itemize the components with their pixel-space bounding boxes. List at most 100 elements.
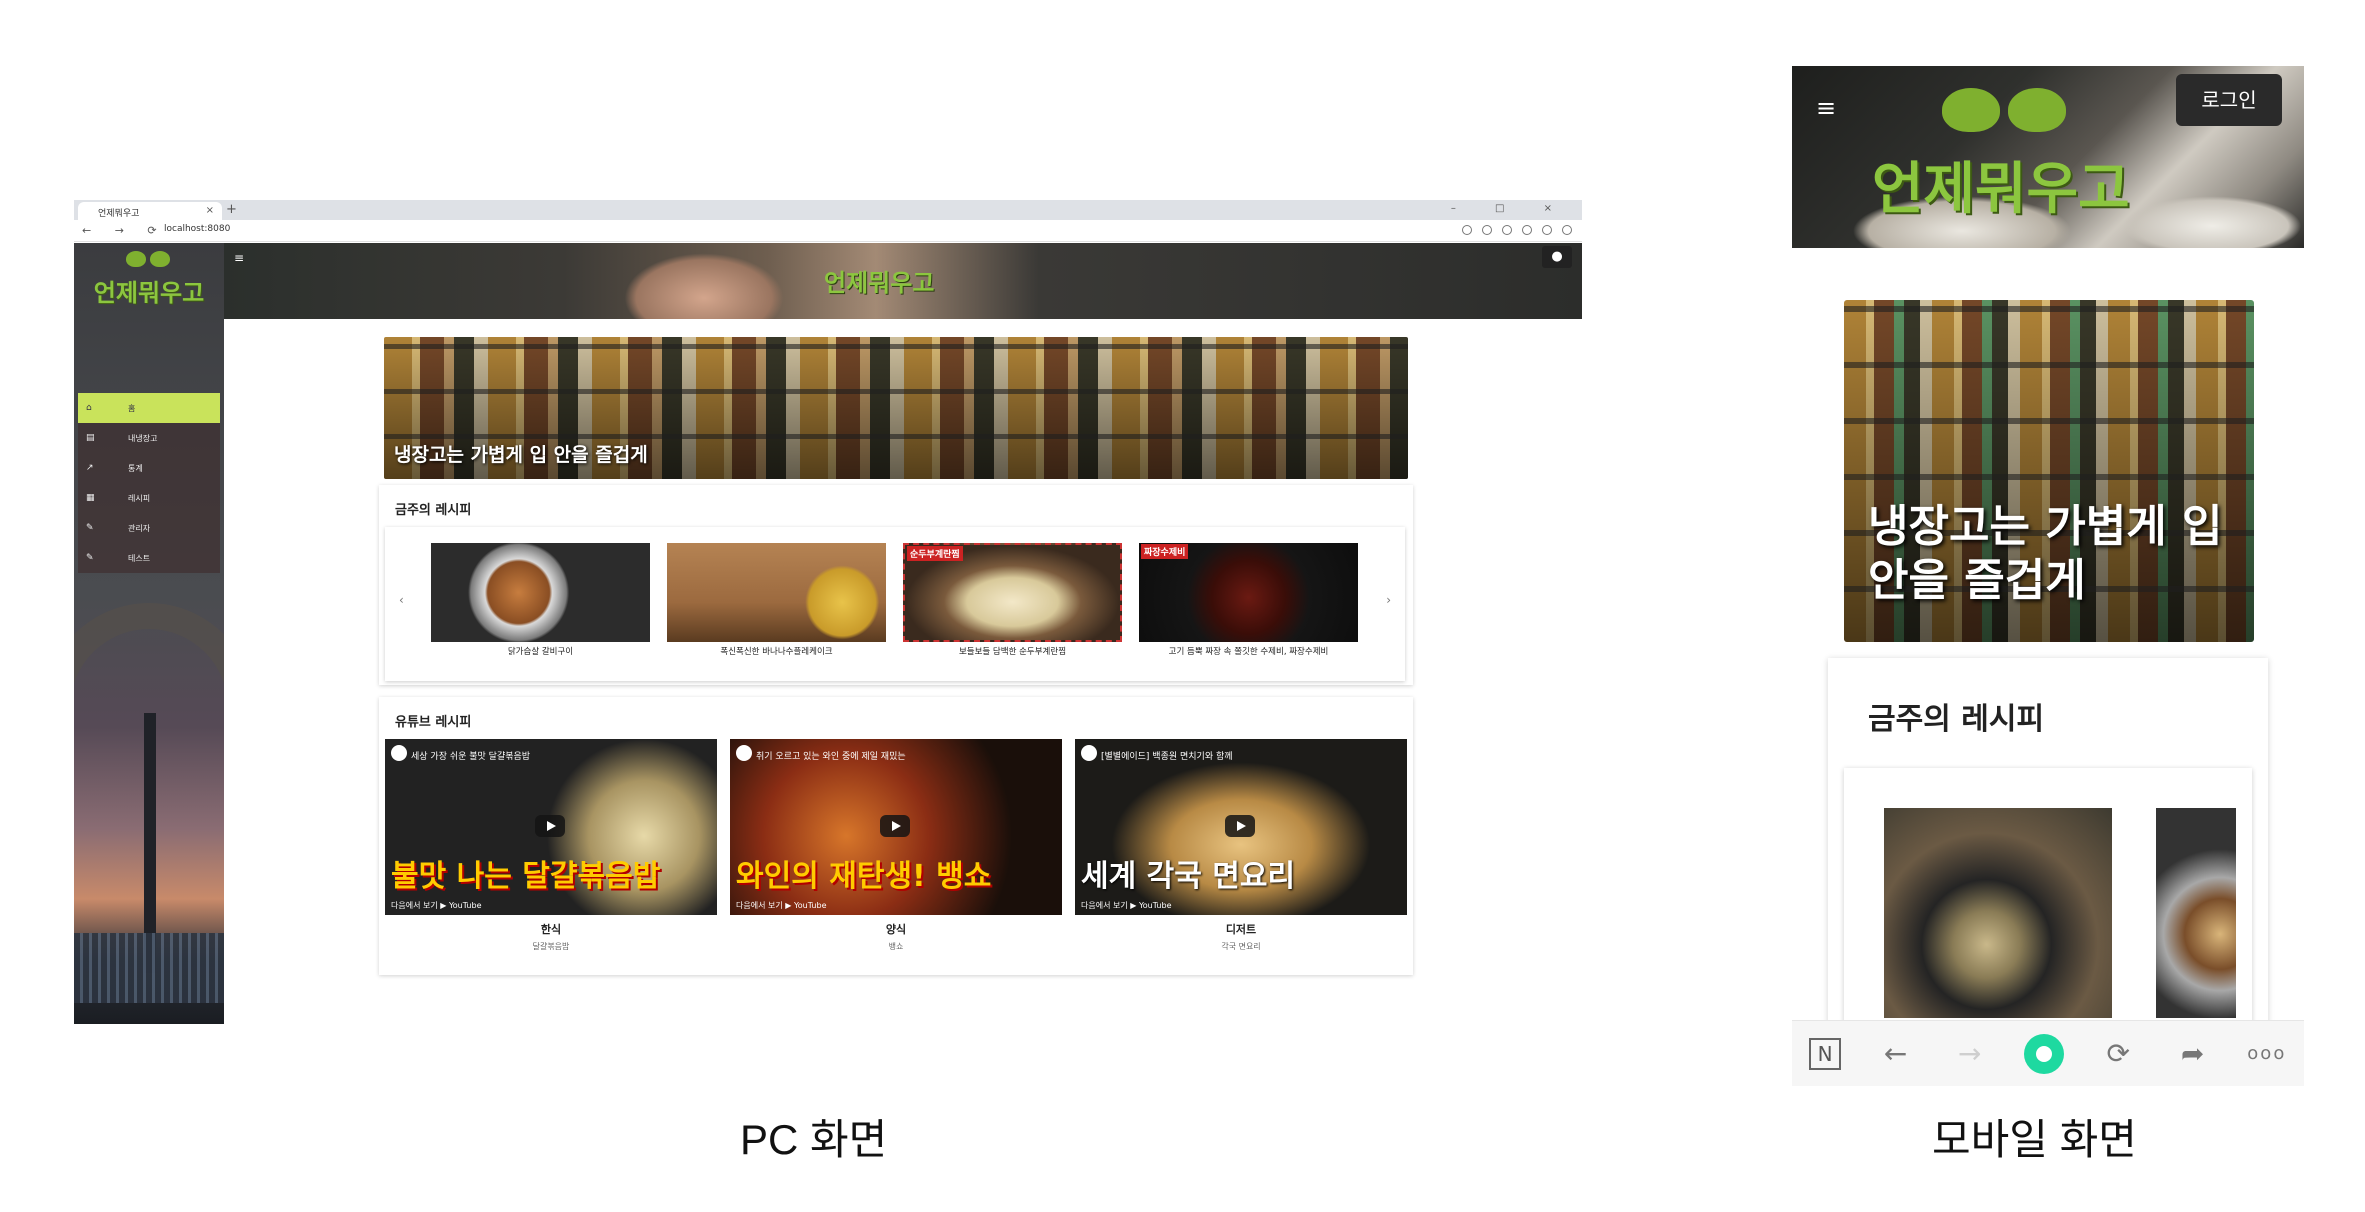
watch-on-youtube[interactable]: 다음에서 보기 ▶ YouTube — [391, 900, 481, 911]
hero-banner-text: 냉장고는 가볍게 입 안을 즐겁게 — [394, 444, 648, 466]
youtube-recipe-section: 유튜브 레시피 세상 가장 쉬운 불맛 달걀볶음밥 불맛 나는 달걀볶음밥 다음… — [379, 697, 1413, 975]
new-tab-button[interactable]: + — [226, 202, 237, 217]
hero-banner: 냉장고는 가볍게 입 안을 즐겁게 — [1844, 300, 2254, 642]
youtube-video[interactable]: [별별에이드] 백종원 면치기와 함께 세계 각국 면요리 다음에서 보기 ▶ … — [1075, 739, 1407, 915]
sidebar-item-recipe[interactable]: ▦ 레시피 — [78, 483, 220, 513]
sidebar-background-palace — [74, 933, 224, 1003]
youtube-video[interactable]: 세상 가장 쉬운 불맛 달걀볶음밥 불맛 나는 달걀볶음밥 다음에서 보기 ▶ … — [385, 739, 717, 915]
recipe-thumbnail-tag: 순두부계란찜 — [907, 546, 963, 561]
sidebar-item-label: 레시피 — [128, 493, 151, 503]
browser-address-bar: ← → ⟳ localhost:8080 — [74, 220, 1582, 242]
section-title: 유튜브 레시피 — [395, 715, 472, 730]
recipe-card[interactable]: 폭신폭신한 바나나수플레케이크 — [667, 543, 886, 657]
recipe-carousel: ‹ 닭가슴살 갈비구이 폭신폭신한 바나나수플레케이크 순두부계란찜 보들보들 … — [385, 527, 1405, 681]
refresh-icon[interactable]: ⟳ — [2098, 1037, 2138, 1070]
video-title: [별별에이드] 백종원 면치기와 함께 — [1101, 752, 1233, 762]
sidebar-menu: ⌂ 홈 ▤ 내냉장고 ↗ 통계 ▦ 레시피 ✎ 관리자 ✎ 테스트 — [78, 393, 220, 573]
carousel-prev-icon[interactable]: ‹ — [399, 593, 404, 607]
sidebar-item-label: 테스트 — [128, 553, 151, 563]
video-overlay-text: 와인의 재탄생! 뱅쇼 — [736, 859, 992, 894]
mobile-screen-caption: 모바일 화면 — [1932, 1116, 2137, 1163]
video-overlay-text: 세계 각국 면요리 — [1081, 859, 1296, 894]
channel-avatar — [1081, 745, 1097, 761]
sidebar: 언제뭐우고 ⌂ 홈 ▤ 내냉장고 ↗ 통계 ▦ 레시피 ✎ 관리자 ✎ 테스트 — [74, 243, 224, 1024]
account-icon[interactable]: ● — [1542, 246, 1572, 268]
video-category: 양식 — [885, 923, 907, 936]
browser-nav-buttons[interactable]: ← → ⟳ — [82, 224, 167, 237]
sidebar-item-label: 홈 — [128, 403, 136, 413]
play-icon[interactable] — [880, 815, 910, 837]
tab-title: 언제뭐우고 — [98, 209, 140, 219]
logo-leaf-icon — [1942, 88, 2066, 132]
sidebar-item-stats[interactable]: ↗ 통계 — [78, 453, 220, 483]
mobile-screen: ≡ 언제뭐우고 로그인 냉장고는 가볍게 입 안을 즐겁게 금주의 레시피 N … — [1792, 66, 2304, 1086]
home-icon: ⌂ — [86, 403, 92, 413]
sidebar-item-fridge[interactable]: ▤ 내냉장고 — [78, 423, 220, 453]
sidebar-item-label: 통계 — [128, 463, 143, 473]
extension-icon[interactable] — [1502, 225, 1512, 235]
play-icon[interactable] — [535, 815, 565, 837]
back-icon[interactable]: ← — [1875, 1037, 1915, 1070]
recipe-card[interactable]: 짜장수제비 고기 듬뿍 짜장 속 쫄깃한 수제비, 짜장수제비 — [1139, 543, 1358, 657]
video-label: 한식 달걀볶음밥 — [385, 921, 717, 952]
recipe-thumbnail — [431, 543, 650, 642]
window-controls[interactable]: – □ × — [1451, 203, 1570, 214]
extension-icon[interactable] — [1462, 225, 1472, 235]
sidebar-logo[interactable]: 언제뭐우고 — [74, 273, 224, 308]
recipe-card[interactable]: 닭가슴살 갈비구이 — [431, 543, 650, 657]
video-overlay-text: 불맛 나는 달걀볶음밥 — [391, 859, 661, 894]
naver-icon[interactable]: N — [1809, 1037, 1842, 1070]
logo-leaf-icon — [126, 251, 170, 267]
sidebar-item-home[interactable]: ⌂ 홈 — [78, 393, 220, 423]
watch-on-youtube[interactable]: 다음에서 보기 ▶ YouTube — [736, 900, 826, 911]
watch-on-youtube[interactable]: 다음에서 보기 ▶ YouTube — [1081, 900, 1171, 911]
recipe-caption: 폭신폭신한 바나나수플레케이크 — [720, 647, 833, 657]
more-icon[interactable]: ooo — [2247, 1043, 2287, 1064]
share-icon[interactable]: ➦ — [2173, 1037, 2213, 1070]
url-field[interactable]: localhost:8080 — [164, 224, 230, 234]
browser-tab[interactable]: 언제뭐우고 × — [78, 202, 222, 220]
video-subtitle: 뱅쇼 — [888, 942, 904, 951]
header-logo[interactable]: 언제뭐우고 — [824, 263, 934, 298]
pc-screen-caption: PC 화면 — [740, 1116, 888, 1163]
extension-icon[interactable] — [1482, 225, 1492, 235]
mobile-logo[interactable]: 언제뭐우고 — [1872, 144, 2130, 225]
wrench-icon: ✎ — [86, 553, 94, 563]
recipe-thumbnail-tag: 짜장수제비 — [1141, 544, 1189, 559]
recipe-thumbnail: 짜장수제비 — [1139, 543, 1358, 642]
section-title: 금주의 레시피 — [395, 503, 472, 518]
extension-icon[interactable] — [1522, 225, 1532, 235]
sidebar-item-admin[interactable]: ✎ 관리자 — [78, 513, 220, 543]
mobile-header: ≡ 언제뭐우고 로그인 — [1792, 66, 2304, 248]
tab-close-icon[interactable]: × — [206, 205, 214, 216]
recipe-card[interactable]: 순두부계란찜 보들보들 담백한 순두부계란찜 — [903, 543, 1122, 657]
fridge-icon: ▤ — [86, 433, 95, 443]
youtube-video[interactable]: 취기 오르고 있는 와인 중에 제일 재밌는 와인의 재탄생! 뱅쇼 다음에서 … — [730, 739, 1062, 915]
sidebar-item-test[interactable]: ✎ 테스트 — [78, 543, 220, 573]
hamburger-menu-icon[interactable]: ≡ — [234, 251, 244, 265]
hamburger-menu-icon[interactable]: ≡ — [1816, 94, 1836, 122]
recipe-thumbnail[interactable] — [2156, 808, 2236, 1018]
channel-avatar — [736, 745, 752, 761]
video-label: 양식 뱅쇼 — [730, 921, 1062, 952]
video-title: 세상 가장 쉬운 불맛 달걀볶음밥 — [411, 752, 531, 762]
recipe-thumbnail[interactable] — [1884, 808, 2112, 1018]
home-icon[interactable] — [2023, 1033, 2064, 1074]
carousel-next-icon[interactable]: › — [1386, 593, 1391, 607]
forward-icon[interactable]: → — [1950, 1037, 1990, 1070]
video-subtitle: 각국 면요리 — [1221, 942, 1261, 951]
recipe-icon: ▦ — [86, 493, 95, 503]
video-subtitle: 달걀볶음밥 — [532, 942, 570, 951]
play-icon[interactable] — [1225, 815, 1255, 837]
wrench-icon: ✎ — [86, 523, 94, 533]
header-background-photo — [624, 253, 784, 319]
recipe-thumbnail — [667, 543, 886, 642]
browser-tab-bar: 언제뭐우고 × + – □ × — [74, 200, 1582, 220]
hero-banner-text: 냉장고는 가볍게 입 안을 즐겁게 — [1868, 501, 2223, 606]
channel-avatar — [391, 745, 407, 761]
profile-icon[interactable] — [1562, 225, 1572, 235]
recipe-caption: 닭가슴살 갈비구이 — [507, 647, 574, 657]
extension-icon[interactable] — [1542, 225, 1552, 235]
login-button[interactable]: 로그인 — [2176, 74, 2282, 126]
pc-screen: 언제뭐우고 × + – □ × ← → ⟳ localhost:8080 언제뭐… — [74, 200, 1582, 1024]
